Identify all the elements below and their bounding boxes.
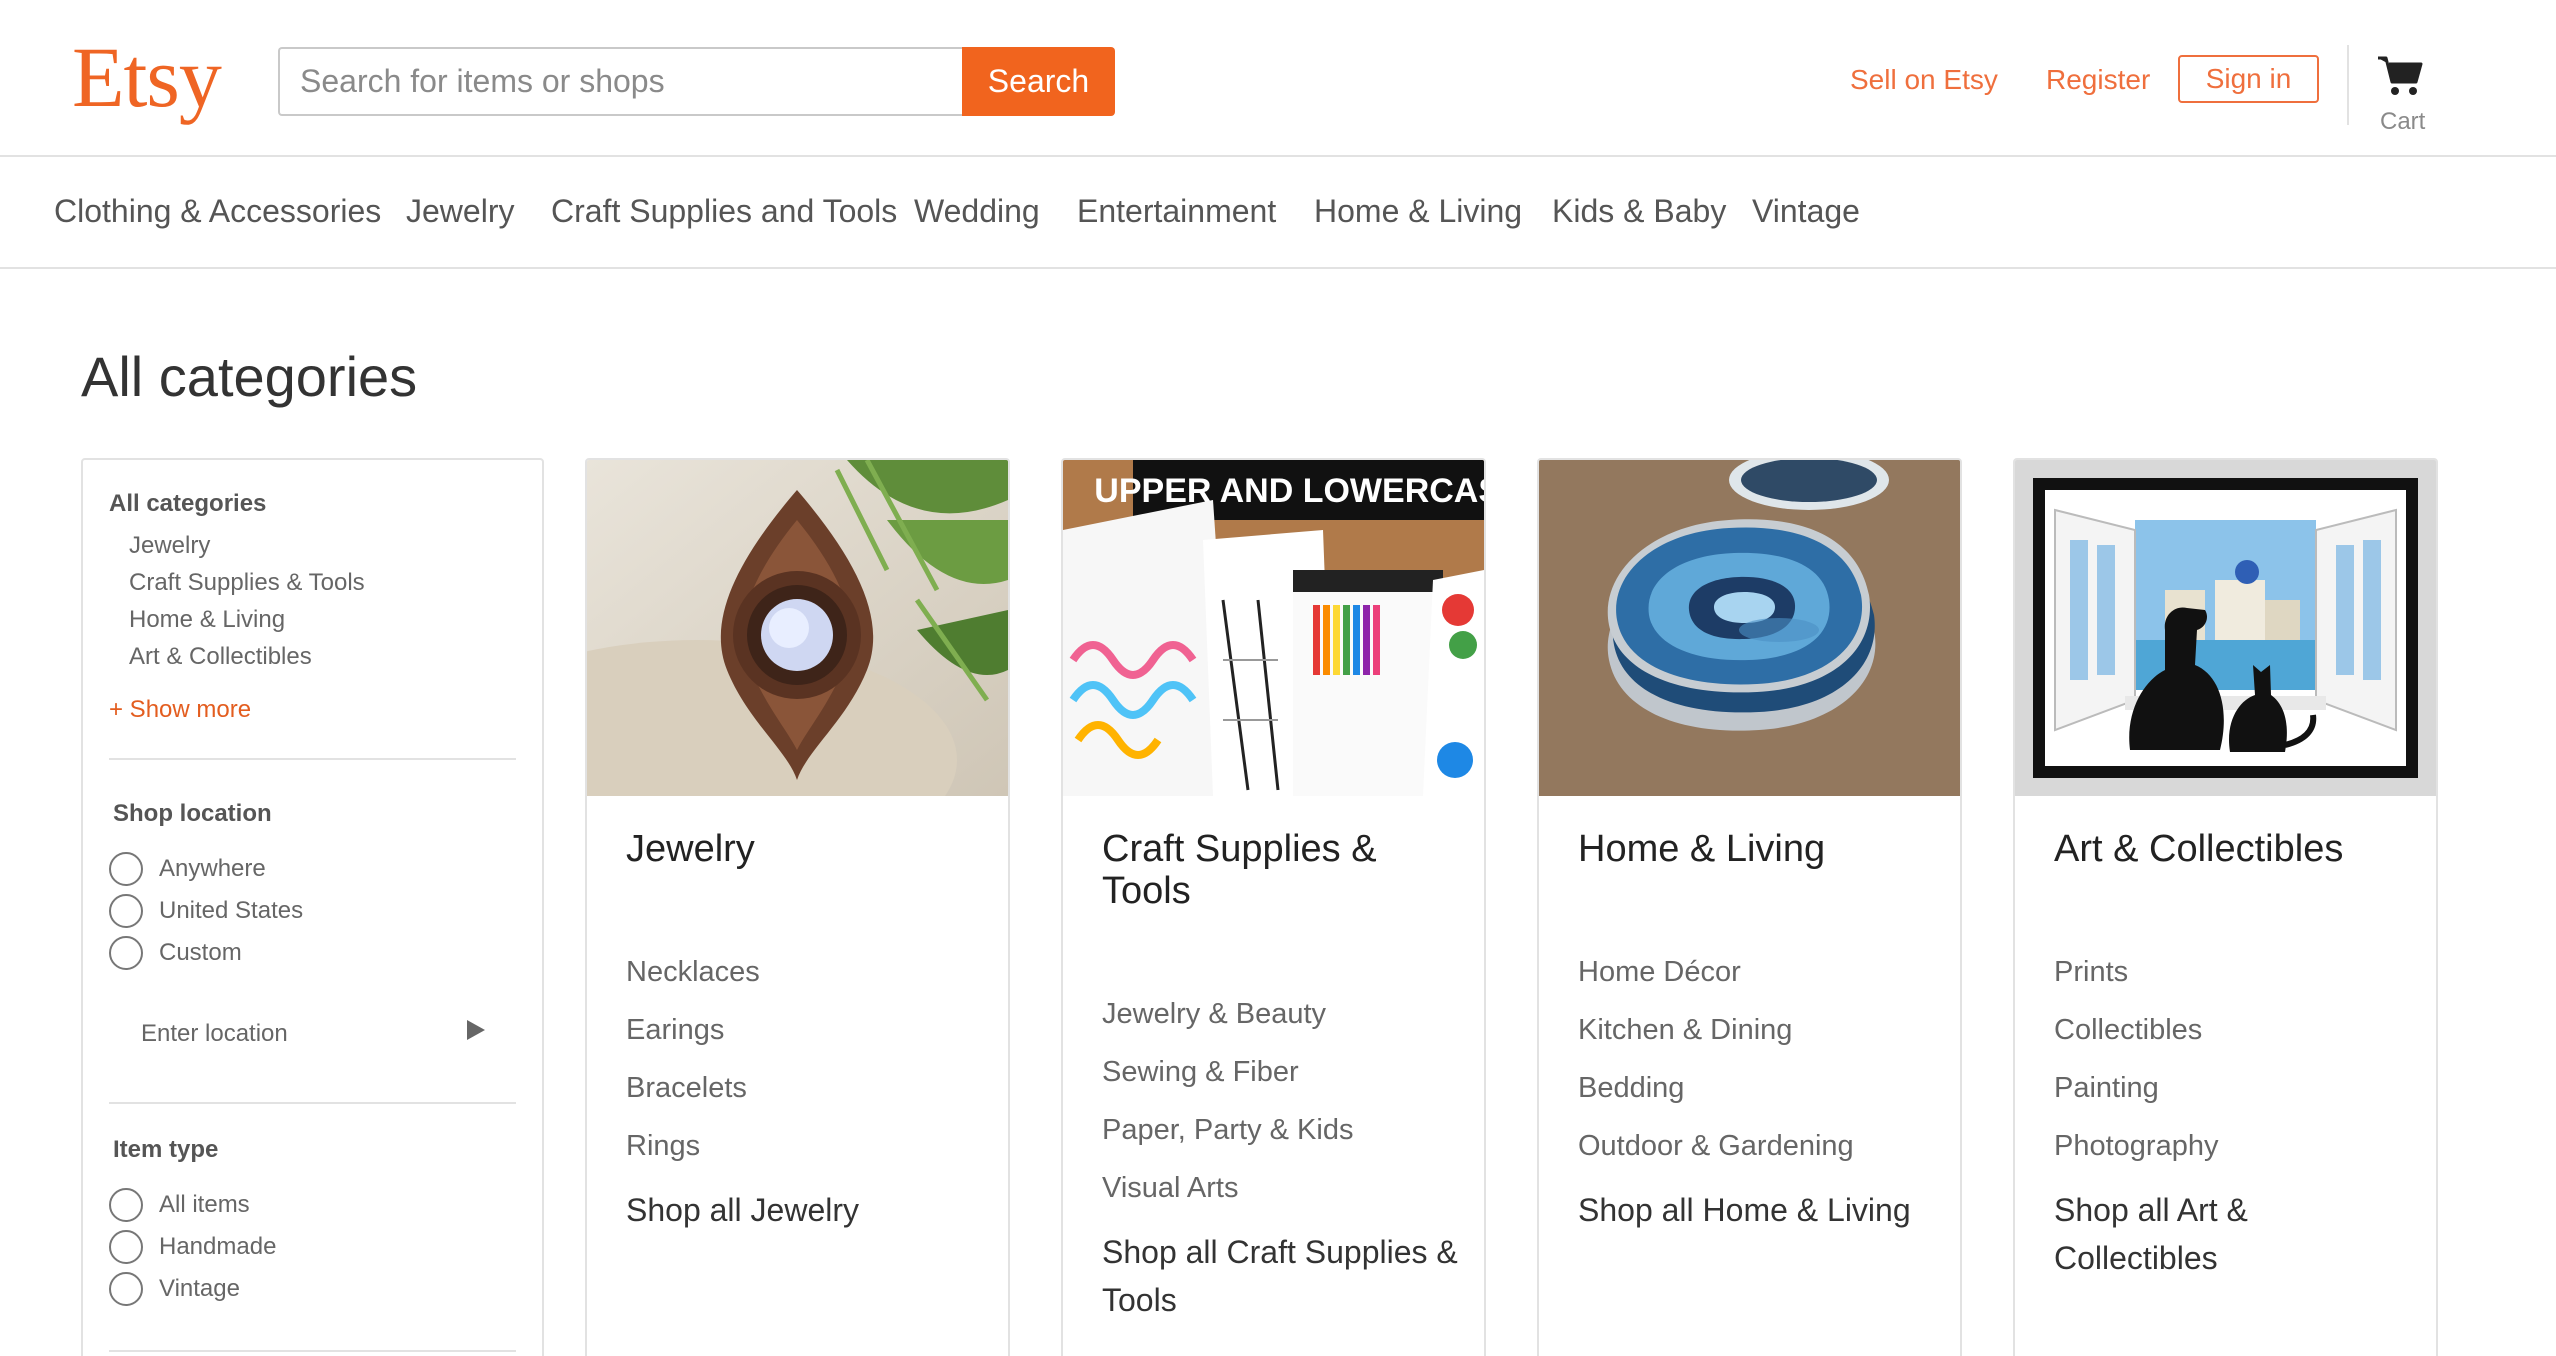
- card-link-prints[interactable]: Prints: [2054, 956, 2128, 989]
- image-banner-text: UPPER AND LOWERCASE: [1094, 472, 1484, 510]
- card-link-outdoor-gardening[interactable]: Outdoor & Gardening: [1578, 1130, 1854, 1163]
- sidebar-category-home-living[interactable]: Home & Living: [129, 606, 285, 634]
- card-link-kitchen-dining[interactable]: Kitchen & Dining: [1578, 1014, 1792, 1047]
- sign-in-button[interactable]: Sign in: [2178, 55, 2319, 103]
- lettering-worksheets-image[interactable]: UPPER AND LOWERCASE: [1063, 460, 1484, 796]
- card-link-rings[interactable]: Rings: [626, 1130, 700, 1163]
- location-input[interactable]: [127, 1010, 459, 1058]
- site-header: Etsy Search Sell on Etsy Register Sign i…: [0, 0, 2556, 157]
- card-link-jewelry-beauty[interactable]: Jewelry & Beauty: [1102, 998, 1326, 1031]
- card-title[interactable]: Craft Supplies & Tools: [1102, 828, 1452, 912]
- header-divider: [2347, 45, 2349, 125]
- card-link-visual-arts[interactable]: Visual Arts: [1102, 1172, 1238, 1205]
- radio-button[interactable]: [109, 1272, 143, 1306]
- card-title[interactable]: Art & Collectibles: [2054, 828, 2404, 870]
- radio-label[interactable]: Vintage: [159, 1275, 240, 1303]
- radio-label[interactable]: All items: [159, 1191, 250, 1219]
- radio-button[interactable]: [109, 1188, 143, 1222]
- submit-location-icon[interactable]: [465, 1018, 487, 1042]
- nav-vintage[interactable]: Vintage: [1752, 193, 1860, 230]
- radio-label[interactable]: United States: [159, 897, 303, 925]
- card-link-photography[interactable]: Photography: [2054, 1130, 2218, 1163]
- radio-label[interactable]: Custom: [159, 939, 242, 967]
- nav-clothing-accessories[interactable]: Clothing & Accessories: [54, 193, 381, 230]
- nav-home-living[interactable]: Home & Living: [1314, 193, 1522, 230]
- filter-sidebar: All categories Jewelry Craft Supplies & …: [81, 458, 544, 1356]
- jewelry-pendant-image[interactable]: [587, 460, 1008, 796]
- sell-on-etsy-link[interactable]: Sell on Etsy: [1850, 64, 1998, 96]
- card-link-bedding[interactable]: Bedding: [1578, 1072, 1684, 1105]
- shop-all-craft-supplies-link[interactable]: Shop all Craft Supplies & Tools: [1102, 1228, 1462, 1324]
- sidebar-category-jewelry[interactable]: Jewelry: [129, 532, 210, 560]
- radio-label[interactable]: Handmade: [159, 1233, 276, 1261]
- category-card-home-living[interactable]: Home & Living Home Décor Kitchen & Dinin…: [1537, 458, 1962, 1356]
- sidebar-category-craft-supplies[interactable]: Craft Supplies & Tools: [129, 569, 365, 597]
- etsy-logo[interactable]: Etsy: [72, 34, 222, 120]
- card-link-home-decor[interactable]: Home Décor: [1578, 956, 1741, 989]
- search-input[interactable]: [278, 47, 962, 116]
- category-card-jewelry[interactable]: Jewelry Necklaces Earings Bracelets Ring…: [585, 458, 1010, 1356]
- shop-all-home-living-link[interactable]: Shop all Home & Living: [1578, 1186, 1938, 1234]
- sidebar-divider: [109, 1350, 516, 1352]
- all-categories-heading[interactable]: All categories: [109, 490, 266, 518]
- shop-all-jewelry-link[interactable]: Shop all Jewelry: [626, 1186, 986, 1234]
- sidebar-category-art-collectibles[interactable]: Art & Collectibles: [129, 643, 312, 671]
- nav-craft-supplies-tools[interactable]: Craft Supplies and Tools: [551, 193, 897, 230]
- sidebar-divider: [109, 1102, 516, 1104]
- shop-location-heading: Shop location: [113, 800, 272, 827]
- category-nav: Clothing & Accessories Jewelry Craft Sup…: [0, 159, 2556, 269]
- nav-jewelry[interactable]: Jewelry: [406, 193, 514, 230]
- radio-label[interactable]: Anywhere: [159, 855, 266, 883]
- card-title[interactable]: Home & Living: [1578, 828, 1928, 870]
- radio-button[interactable]: [109, 1230, 143, 1264]
- radio-button[interactable]: [109, 894, 143, 928]
- card-link-sewing-fiber[interactable]: Sewing & Fiber: [1102, 1056, 1299, 1089]
- shop-all-art-collectibles-link[interactable]: Shop all Art & Collectibles: [2054, 1186, 2414, 1282]
- card-link-collectibles[interactable]: Collectibles: [2054, 1014, 2202, 1047]
- card-link-necklaces[interactable]: Necklaces: [626, 956, 760, 989]
- sidebar-divider: [109, 758, 516, 760]
- card-link-bracelets[interactable]: Bracelets: [626, 1072, 747, 1105]
- search-button[interactable]: Search: [962, 47, 1115, 116]
- radio-button[interactable]: [109, 852, 143, 886]
- radio-button[interactable]: [109, 936, 143, 970]
- agate-coasters-image[interactable]: [1539, 460, 1960, 796]
- category-card-craft-supplies[interactable]: UPPER AND LOWERCASE Craft Supplies & Too…: [1061, 458, 1486, 1356]
- nav-entertainment[interactable]: Entertainment: [1077, 193, 1276, 230]
- item-type-heading: Item type: [113, 1136, 219, 1163]
- dog-cat-window-art-image[interactable]: [2015, 460, 2436, 796]
- show-more-link[interactable]: + Show more: [109, 696, 251, 724]
- card-link-paper-party-kids[interactable]: Paper, Party & Kids: [1102, 1114, 1353, 1147]
- page-title: All categories: [81, 345, 418, 408]
- nav-kids-baby[interactable]: Kids & Baby: [1552, 193, 1726, 230]
- cart-label[interactable]: Cart: [2380, 108, 2425, 136]
- card-link-earings[interactable]: Earings: [626, 1014, 724, 1047]
- card-title[interactable]: Jewelry: [626, 828, 976, 870]
- cart-icon[interactable]: [2376, 54, 2424, 98]
- category-card-art-collectibles[interactable]: Art & Collectibles Prints Collectibles P…: [2013, 458, 2438, 1356]
- register-link[interactable]: Register: [2046, 64, 2150, 96]
- nav-wedding[interactable]: Wedding: [914, 193, 1040, 230]
- card-link-painting[interactable]: Painting: [2054, 1072, 2159, 1105]
